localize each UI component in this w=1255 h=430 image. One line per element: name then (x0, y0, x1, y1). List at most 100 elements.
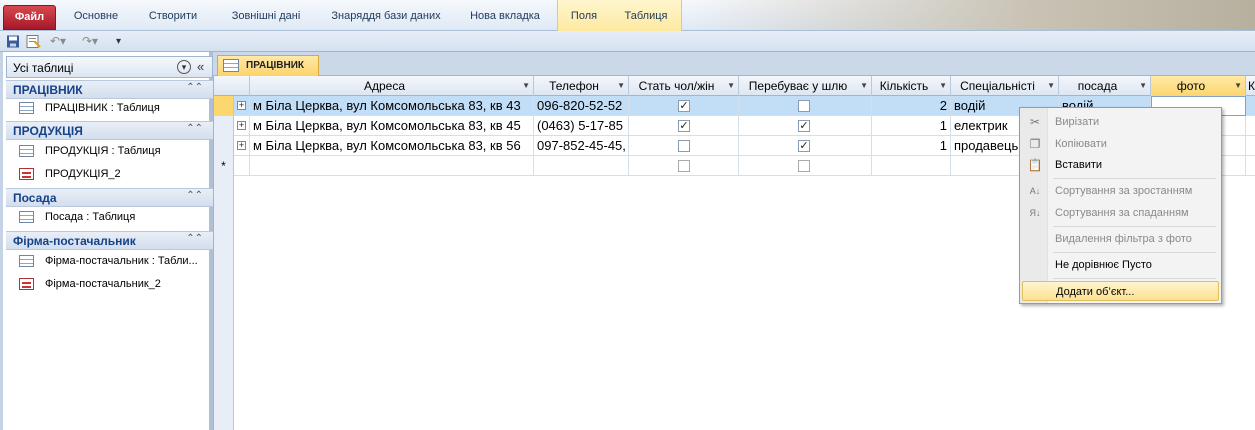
tab-home[interactable]: Основне (62, 0, 130, 31)
checkbox[interactable]: ✓ (678, 120, 690, 132)
nav-item-label: Фірма-постачальник_2 (45, 278, 161, 290)
checkbox[interactable] (678, 160, 690, 172)
menu-item-paste[interactable]: 📋 Вставити (1022, 155, 1219, 175)
menu-item-insert-object[interactable]: Додати об’єкт... (1022, 281, 1219, 301)
chevron-down-icon[interactable]: ▼ (860, 76, 868, 96)
column-header-phone[interactable]: Телефон ▼ (534, 76, 629, 96)
cell-count[interactable]: 1 (872, 136, 951, 156)
context-menu: ✂ Вирізати ❐ Копіювати 📋 Вставити A↓ Сор… (1019, 107, 1222, 304)
nav-item-supplier-form[interactable]: Фірма-постачальник_2 (15, 274, 210, 294)
column-header-count[interactable]: Кількість ▼ (872, 76, 951, 96)
nav-group-label: ПРОДУКЦІЯ (13, 124, 83, 138)
column-header-position[interactable]: посада ▼ (1059, 76, 1151, 96)
cell-phone[interactable]: 097-852-45-45, (534, 136, 629, 156)
column-header-married[interactable]: Перебуває у шлю ▼ (739, 76, 872, 96)
record-selector[interactable] (214, 116, 234, 136)
menu-item-clear-filter[interactable]: Видалення фільтра з фото (1022, 229, 1219, 249)
nav-group-products[interactable]: ПРОДУКЦІЯ ⌃⌃ (6, 121, 213, 140)
chevron-down-icon[interactable]: ▼ (617, 76, 625, 96)
cell-count[interactable] (872, 156, 951, 176)
menu-item-is-not-blank[interactable]: Не дорівнює Пусто (1022, 255, 1219, 275)
redo-icon[interactable]: ↷▾ (82, 34, 98, 49)
nav-group-employee[interactable]: ПРАЦІВНИК ⌃⌃ (6, 80, 213, 99)
column-header-photo[interactable]: фото ▼ (1151, 76, 1246, 96)
nav-item-products-table[interactable]: ПРОДУКЦІЯ : Таблиця (15, 141, 210, 161)
menu-item-cut[interactable]: ✂ Вирізати (1022, 112, 1219, 132)
tab-file[interactable]: Файл (3, 5, 56, 30)
collapse-group-icon[interactable]: ⌃⌃ (186, 190, 203, 201)
chevron-down-icon[interactable]: ▼ (1234, 76, 1242, 96)
ribbon-tabs: Файл Основне Створити Зовнішні дані Знар… (0, 0, 1255, 31)
record-selector[interactable] (214, 136, 234, 156)
nav-item-employee-table[interactable]: ПРАЦІВНИК : Таблиця (15, 98, 210, 118)
nav-item-label: Фірма-постачальник : Табли... (45, 255, 198, 267)
checkbox[interactable]: ✓ (798, 120, 810, 132)
form-icon (19, 278, 34, 290)
expand-icon[interactable]: + (237, 121, 246, 130)
column-header-next[interactable]: К (1246, 76, 1255, 96)
document-tab-employee[interactable]: ПРАЦІВНИК (217, 55, 319, 76)
tab-external-data[interactable]: Зовнішні дані (218, 0, 314, 31)
collapse-pane-icon[interactable]: « (197, 59, 204, 74)
column-header-address[interactable]: Адреса ▼ (250, 76, 534, 96)
undo-icon[interactable]: ↶▾ (50, 34, 66, 49)
tab-database-tools[interactable]: Знаряддя бази даних (322, 0, 450, 31)
nav-item-position-table[interactable]: Посада : Таблиця (15, 207, 210, 227)
cell-phone[interactable]: 096-820-52-52 (534, 96, 629, 116)
chevron-down-icon[interactable]: ▼ (727, 76, 735, 96)
menu-separator (1053, 178, 1216, 179)
form-view-icon[interactable] (26, 34, 42, 49)
nav-item-label: ПРОДУКЦІЯ_2 (45, 168, 121, 180)
cell-count[interactable]: 1 (872, 116, 951, 136)
collapse-group-icon[interactable]: ⌃⌃ (186, 233, 203, 244)
chevron-down-icon[interactable]: ▼ (1047, 76, 1055, 96)
checkbox[interactable] (798, 160, 810, 172)
collapse-group-icon[interactable]: ⌃⌃ (186, 123, 203, 134)
chevron-down-icon[interactable]: ▼ (939, 76, 947, 96)
cell-address[interactable]: м Біла Церква, вул Комсомольська 83, кв … (250, 96, 534, 116)
menu-item-copy[interactable]: ❐ Копіювати (1022, 134, 1219, 154)
cell-phone[interactable] (534, 156, 629, 176)
nav-pane-header[interactable]: Усі таблиці ▾ « (6, 56, 213, 78)
cell-address[interactable]: м Біла Церква, вул Комсомольська 83, кв … (250, 136, 534, 156)
customize-toolbar-icon[interactable]: ▾ (116, 34, 121, 49)
tab-create[interactable]: Створити (138, 0, 208, 31)
record-selector[interactable] (214, 96, 234, 116)
column-header-row: Адреса ▼ Телефон ▼ Стать чол/жін ▼ Перебува… (214, 76, 1255, 96)
cell-phone[interactable]: (0463) 5-17-85 (534, 116, 629, 136)
nav-group-supplier[interactable]: Фірма-постачальник ⌃⌃ (6, 231, 213, 250)
column-header-specialty[interactable]: Спеціальністі ▼ (951, 76, 1059, 96)
cell-count[interactable]: 2 (872, 96, 951, 116)
quick-access-toolbar: ↶▾ ↷▾ ▾ (0, 31, 1255, 52)
nav-menu-icon[interactable]: ▾ (177, 60, 191, 74)
cell-address[interactable] (250, 156, 534, 176)
ribbon-background (690, 0, 1255, 30)
tab-new-tab[interactable]: Нова вкладка (460, 0, 550, 31)
column-header-label: Спеціальністі (960, 79, 1035, 93)
column-header-gender[interactable]: Стать чол/жін ▼ (629, 76, 739, 96)
cell-gender: ✓ (629, 96, 739, 116)
nav-item-products-form[interactable]: ПРОДУКЦІЯ_2 (15, 164, 210, 184)
column-header-label: Стать чол/жін (638, 79, 715, 93)
menu-separator (1053, 252, 1216, 253)
expand-icon[interactable]: + (237, 141, 246, 150)
nav-group-position[interactable]: Посада ⌃⌃ (6, 188, 213, 207)
nav-item-supplier-table[interactable]: Фірма-постачальник : Табли... (15, 251, 210, 271)
tab-table[interactable]: Таблиця (616, 0, 676, 31)
collapse-group-icon[interactable]: ⌃⌃ (186, 82, 203, 93)
column-header-label: посада (1077, 79, 1118, 93)
checkbox[interactable]: ✓ (798, 140, 810, 152)
expand-icon[interactable]: + (237, 101, 246, 110)
save-icon[interactable] (6, 34, 20, 49)
chevron-down-icon[interactable]: ▼ (1139, 76, 1147, 96)
select-all-corner[interactable] (214, 76, 250, 96)
checkbox[interactable]: ✓ (678, 100, 690, 112)
column-header-label: Адреса (363, 79, 406, 93)
tab-fields[interactable]: Поля (562, 0, 606, 31)
checkbox[interactable] (678, 140, 690, 152)
chevron-down-icon[interactable]: ▼ (522, 76, 530, 96)
menu-item-sort-descending[interactable]: Я↓ Сортування за спаданням (1022, 203, 1219, 223)
checkbox[interactable] (798, 100, 810, 112)
menu-item-sort-ascending[interactable]: A↓ Сортування за зростанням (1022, 181, 1219, 201)
cell-address[interactable]: м Біла Церква, вул Комсомольська 83, кв … (250, 116, 534, 136)
